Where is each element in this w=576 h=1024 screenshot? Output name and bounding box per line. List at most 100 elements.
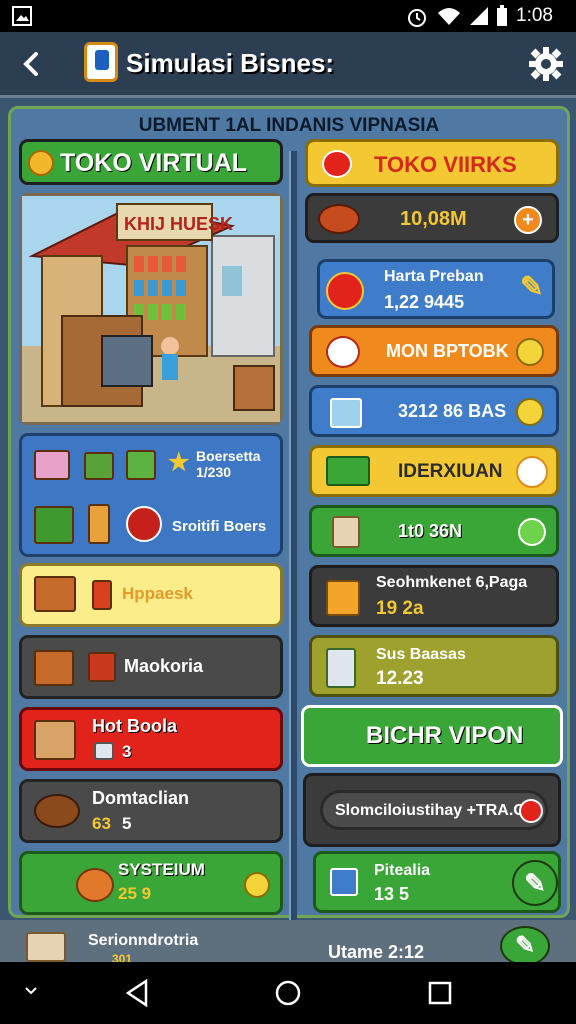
pretzel-icon — [76, 868, 114, 902]
system-label: SYSTEIUM — [118, 860, 205, 879]
toko-virtual-header[interactable]: TOKO VIRTUAL — [19, 139, 283, 185]
stat-harta-value: 1,22 9445 — [384, 292, 465, 312]
row-domtaclian-label: Domtaclian — [92, 788, 190, 808]
edit-pencil-icon[interactable]: ✎ — [500, 926, 550, 966]
shop-sign-text: KHIJ HUESK — [124, 214, 233, 234]
smiley-icon — [516, 398, 544, 426]
shop-illustration: KHIJ HUESK — [19, 193, 283, 425]
bulb-icon — [516, 456, 548, 488]
box-icon — [326, 580, 360, 616]
food-plate-icon — [318, 204, 360, 234]
bottom-strip: Serionndrotria 301 Utame 2:12 ✎ — [0, 920, 576, 966]
big-action-button[interactable]: BICHR VIPON — [301, 705, 563, 767]
stat-iderxiuan[interactable]: IDERXIUAN — [309, 445, 559, 497]
back-arrow-icon[interactable] — [18, 48, 46, 80]
pitealia-label: Pitealia — [374, 862, 431, 879]
row-domtaclian-prefix: 63 — [92, 814, 111, 833]
row-domtaclian-value: 5 — [122, 814, 132, 833]
home-nav-icon[interactable] — [274, 979, 302, 1012]
fruit-bowl-icon — [34, 794, 80, 828]
app-bar: Simulasi Bisnes: — [0, 32, 576, 98]
row-makoria[interactable]: Maokoria — [19, 635, 283, 699]
inventory-label-2: Sroitifi Boers — [172, 518, 267, 535]
system-button[interactable]: SYSTEIUM 25 9 — [19, 851, 283, 915]
stat-sus[interactable]: Sus Baasas 12.23 — [309, 635, 559, 697]
red-box-icon — [88, 652, 116, 682]
gift-box-icon — [34, 450, 70, 480]
add-icon[interactable]: + — [514, 206, 542, 234]
row-hot-boola[interactable]: Hot Boola 3 — [19, 707, 283, 771]
inventory-label-1: Boersetta — [196, 448, 261, 464]
stat-cup-label: 3212 86 BAS — [398, 401, 507, 421]
box-icon — [34, 576, 76, 612]
alarm-icon — [406, 6, 428, 33]
row-produk[interactable]: Hppaesk — [19, 563, 283, 627]
image-icon — [12, 6, 32, 31]
stat-seohm-value: 19 2a — [376, 598, 424, 619]
stat-noodle[interactable]: 1t0 36N — [309, 505, 559, 557]
big-action-label: BICHR VIPON — [366, 722, 524, 749]
coin-icon — [28, 150, 54, 176]
stat-mon[interactable]: MON BPTOBK — [309, 325, 559, 377]
gear-icon[interactable] — [528, 46, 564, 82]
toko-vibes-header[interactable]: TOKO VIIRKS — [305, 139, 559, 187]
page-title: Simulasi Bisnes: — [126, 48, 335, 78]
toko-virtual-title: TOKO VIRTUAL — [60, 149, 248, 177]
box-icon — [26, 932, 66, 962]
back-nav-icon[interactable] — [124, 978, 150, 1013]
stat-seohm[interactable]: Seohmkenet 6,Paga 19 2a — [309, 565, 559, 627]
noodle-cup-icon — [332, 516, 360, 548]
small-box-icon — [92, 580, 112, 610]
recents-nav-icon[interactable] — [428, 981, 452, 1010]
target-icon — [322, 150, 352, 178]
money-value: 10,08M — [400, 208, 467, 230]
dice-icon — [94, 742, 114, 760]
stat-sus-label: Sus Baasas — [376, 646, 466, 663]
pencil-icon: ✎ — [520, 271, 544, 302]
status-time: 1:08 — [516, 5, 553, 26]
star-icon: ★ — [168, 449, 190, 476]
can-icon — [326, 648, 356, 688]
green-cube-icon — [34, 506, 74, 544]
game-board: UBMENT 1AL INDANIS VIPNASIA TOKO VIRTUAL… — [8, 106, 570, 921]
row-makoria-label: Maokoria — [124, 656, 204, 676]
stat-harta-label: Harta Preban — [384, 268, 484, 285]
cup-icon — [330, 398, 362, 428]
inventory-panel[interactable]: ★ Boersetta 1/230 Sroitifi Boers — [19, 433, 283, 557]
pitealia-panel[interactable]: Pitealia 13 5 ✎ — [313, 851, 561, 913]
speech-bubble-icon — [326, 336, 360, 368]
stat-noodle-label: 1t0 36N — [398, 521, 463, 541]
bottle-icon — [88, 504, 110, 544]
row-domtaclian[interactable]: Domtaclian 63 5 — [19, 779, 283, 843]
stat-seohm-label: Seohmkenet 6,Paga — [376, 574, 528, 591]
bottom-right-label: Utame 2:12 — [328, 942, 425, 962]
signal-icon — [468, 5, 490, 32]
slom-button[interactable]: Slomciloiustihay +TRA.G — [320, 790, 548, 830]
board-banner: UBMENT 1AL INDANIS VIPNASIA — [138, 115, 440, 136]
pitealia-value: 13 5 — [374, 884, 410, 904]
stat-iderxiuan-label: IDERXIUAN — [398, 461, 503, 482]
stop-icon — [519, 799, 543, 823]
app-logo — [84, 42, 118, 82]
green-crate-icon — [126, 450, 156, 480]
system-value: 25 9 — [118, 884, 152, 903]
bottom-left-label: Serionndrotria — [88, 932, 199, 949]
stat-cup[interactable]: 3212 86 BAS — [309, 385, 559, 437]
box-icon — [34, 650, 74, 686]
edit-pencil-icon[interactable]: ✎ — [512, 860, 558, 906]
money-display[interactable]: 10,08M + — [305, 193, 559, 243]
clock-badge-icon — [326, 272, 364, 310]
stat-mon-label: MON BPTOBK — [386, 341, 509, 361]
cash-register-icon — [326, 456, 370, 486]
coin-icon — [244, 872, 270, 898]
system-nav-bar — [0, 962, 576, 1024]
slom-panel: Slomciloiustihay +TRA.G — [303, 773, 561, 847]
chevron-down-icon[interactable] — [24, 984, 38, 1003]
battery-icon — [496, 5, 508, 32]
cube-icon — [330, 868, 358, 896]
toko-vibes-title: TOKO VIIRKS — [374, 152, 517, 177]
stat-harta[interactable]: Harta Preban 1,22 9445 ✎ — [317, 259, 555, 319]
row-hot-boola-value: 3 — [122, 742, 132, 761]
check-icon[interactable] — [518, 518, 546, 546]
wifi-icon — [436, 5, 462, 32]
